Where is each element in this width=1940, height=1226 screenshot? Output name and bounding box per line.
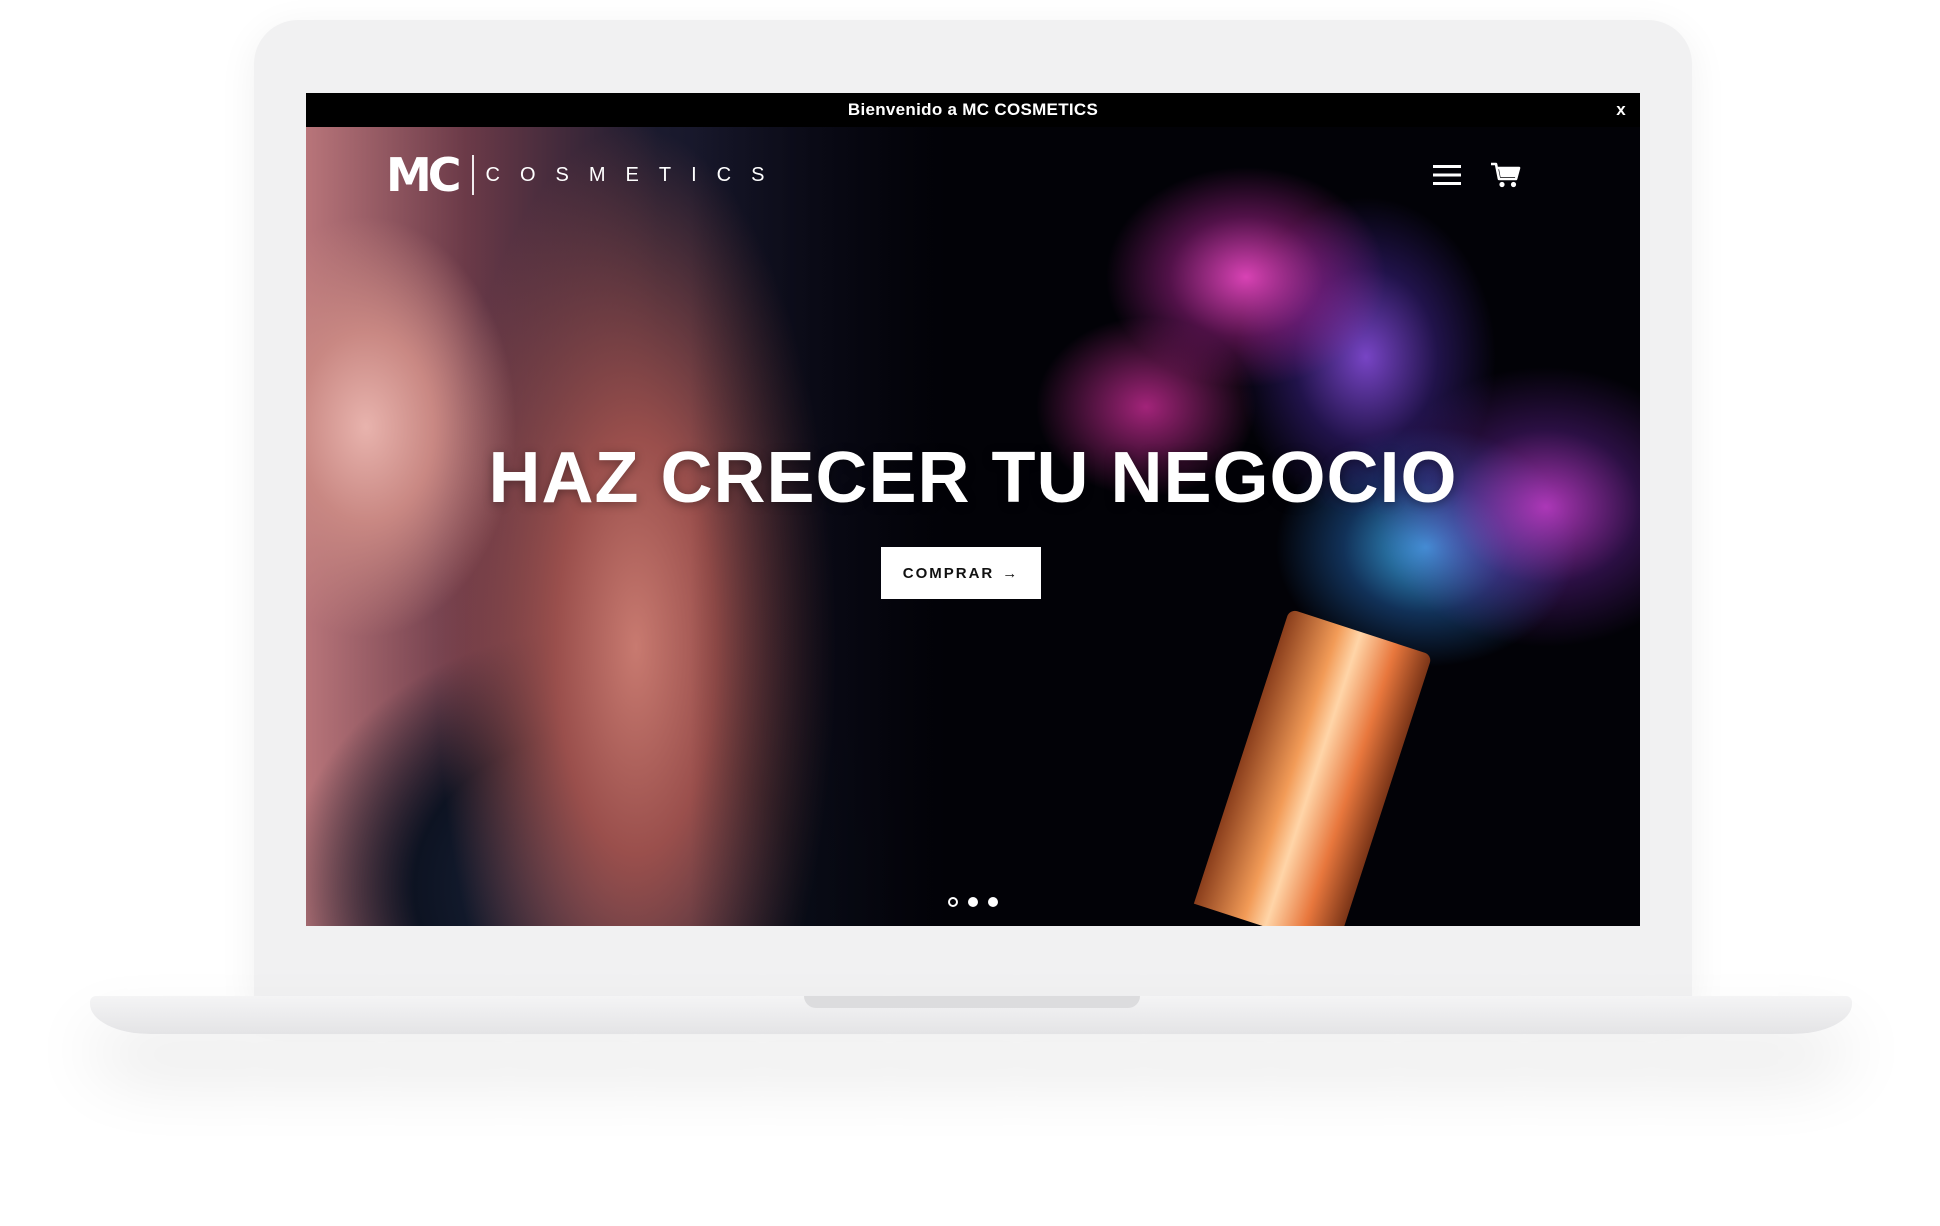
- slider-dot-2[interactable]: [968, 897, 978, 907]
- logo-mark: MC: [386, 148, 462, 202]
- announcement-bar: Bienvenido a MC COSMETICS x: [306, 93, 1640, 127]
- laptop-screen: Bienvenido a MC COSMETICS x MC COSMETICS: [306, 93, 1640, 926]
- slider-dot-1[interactable]: [948, 897, 958, 907]
- hero-brush-image: [946, 127, 1640, 926]
- shop-button-label: COMPRAR: [902, 564, 995, 582]
- site-logo[interactable]: MC COSMETICS: [386, 147, 784, 203]
- slider-dot-3[interactable]: [988, 897, 998, 907]
- announcement-text: Bienvenido a MC COSMETICS: [847, 100, 1099, 119]
- hero-banner: MC COSMETICS HAZ CRECER TU NEGOCIO COMPR…: [306, 127, 1640, 926]
- arrow-right-icon: →: [1002, 564, 1020, 582]
- header-icons: [1432, 161, 1522, 189]
- hero-title: HAZ CRECER TU NEGOCIO: [488, 438, 1458, 518]
- logo-divider: [471, 155, 474, 195]
- shopping-cart-icon[interactable]: [1490, 161, 1522, 189]
- announcement-close-button[interactable]: x: [1616, 100, 1626, 120]
- hero-model-image: [306, 127, 946, 926]
- laptop-notch: [804, 996, 1140, 1008]
- hamburger-menu-icon[interactable]: [1432, 163, 1462, 187]
- logo-wordmark: COSMETICS: [485, 163, 785, 186]
- slider-dots: [306, 897, 1640, 907]
- shop-button[interactable]: COMPRAR →: [881, 547, 1041, 599]
